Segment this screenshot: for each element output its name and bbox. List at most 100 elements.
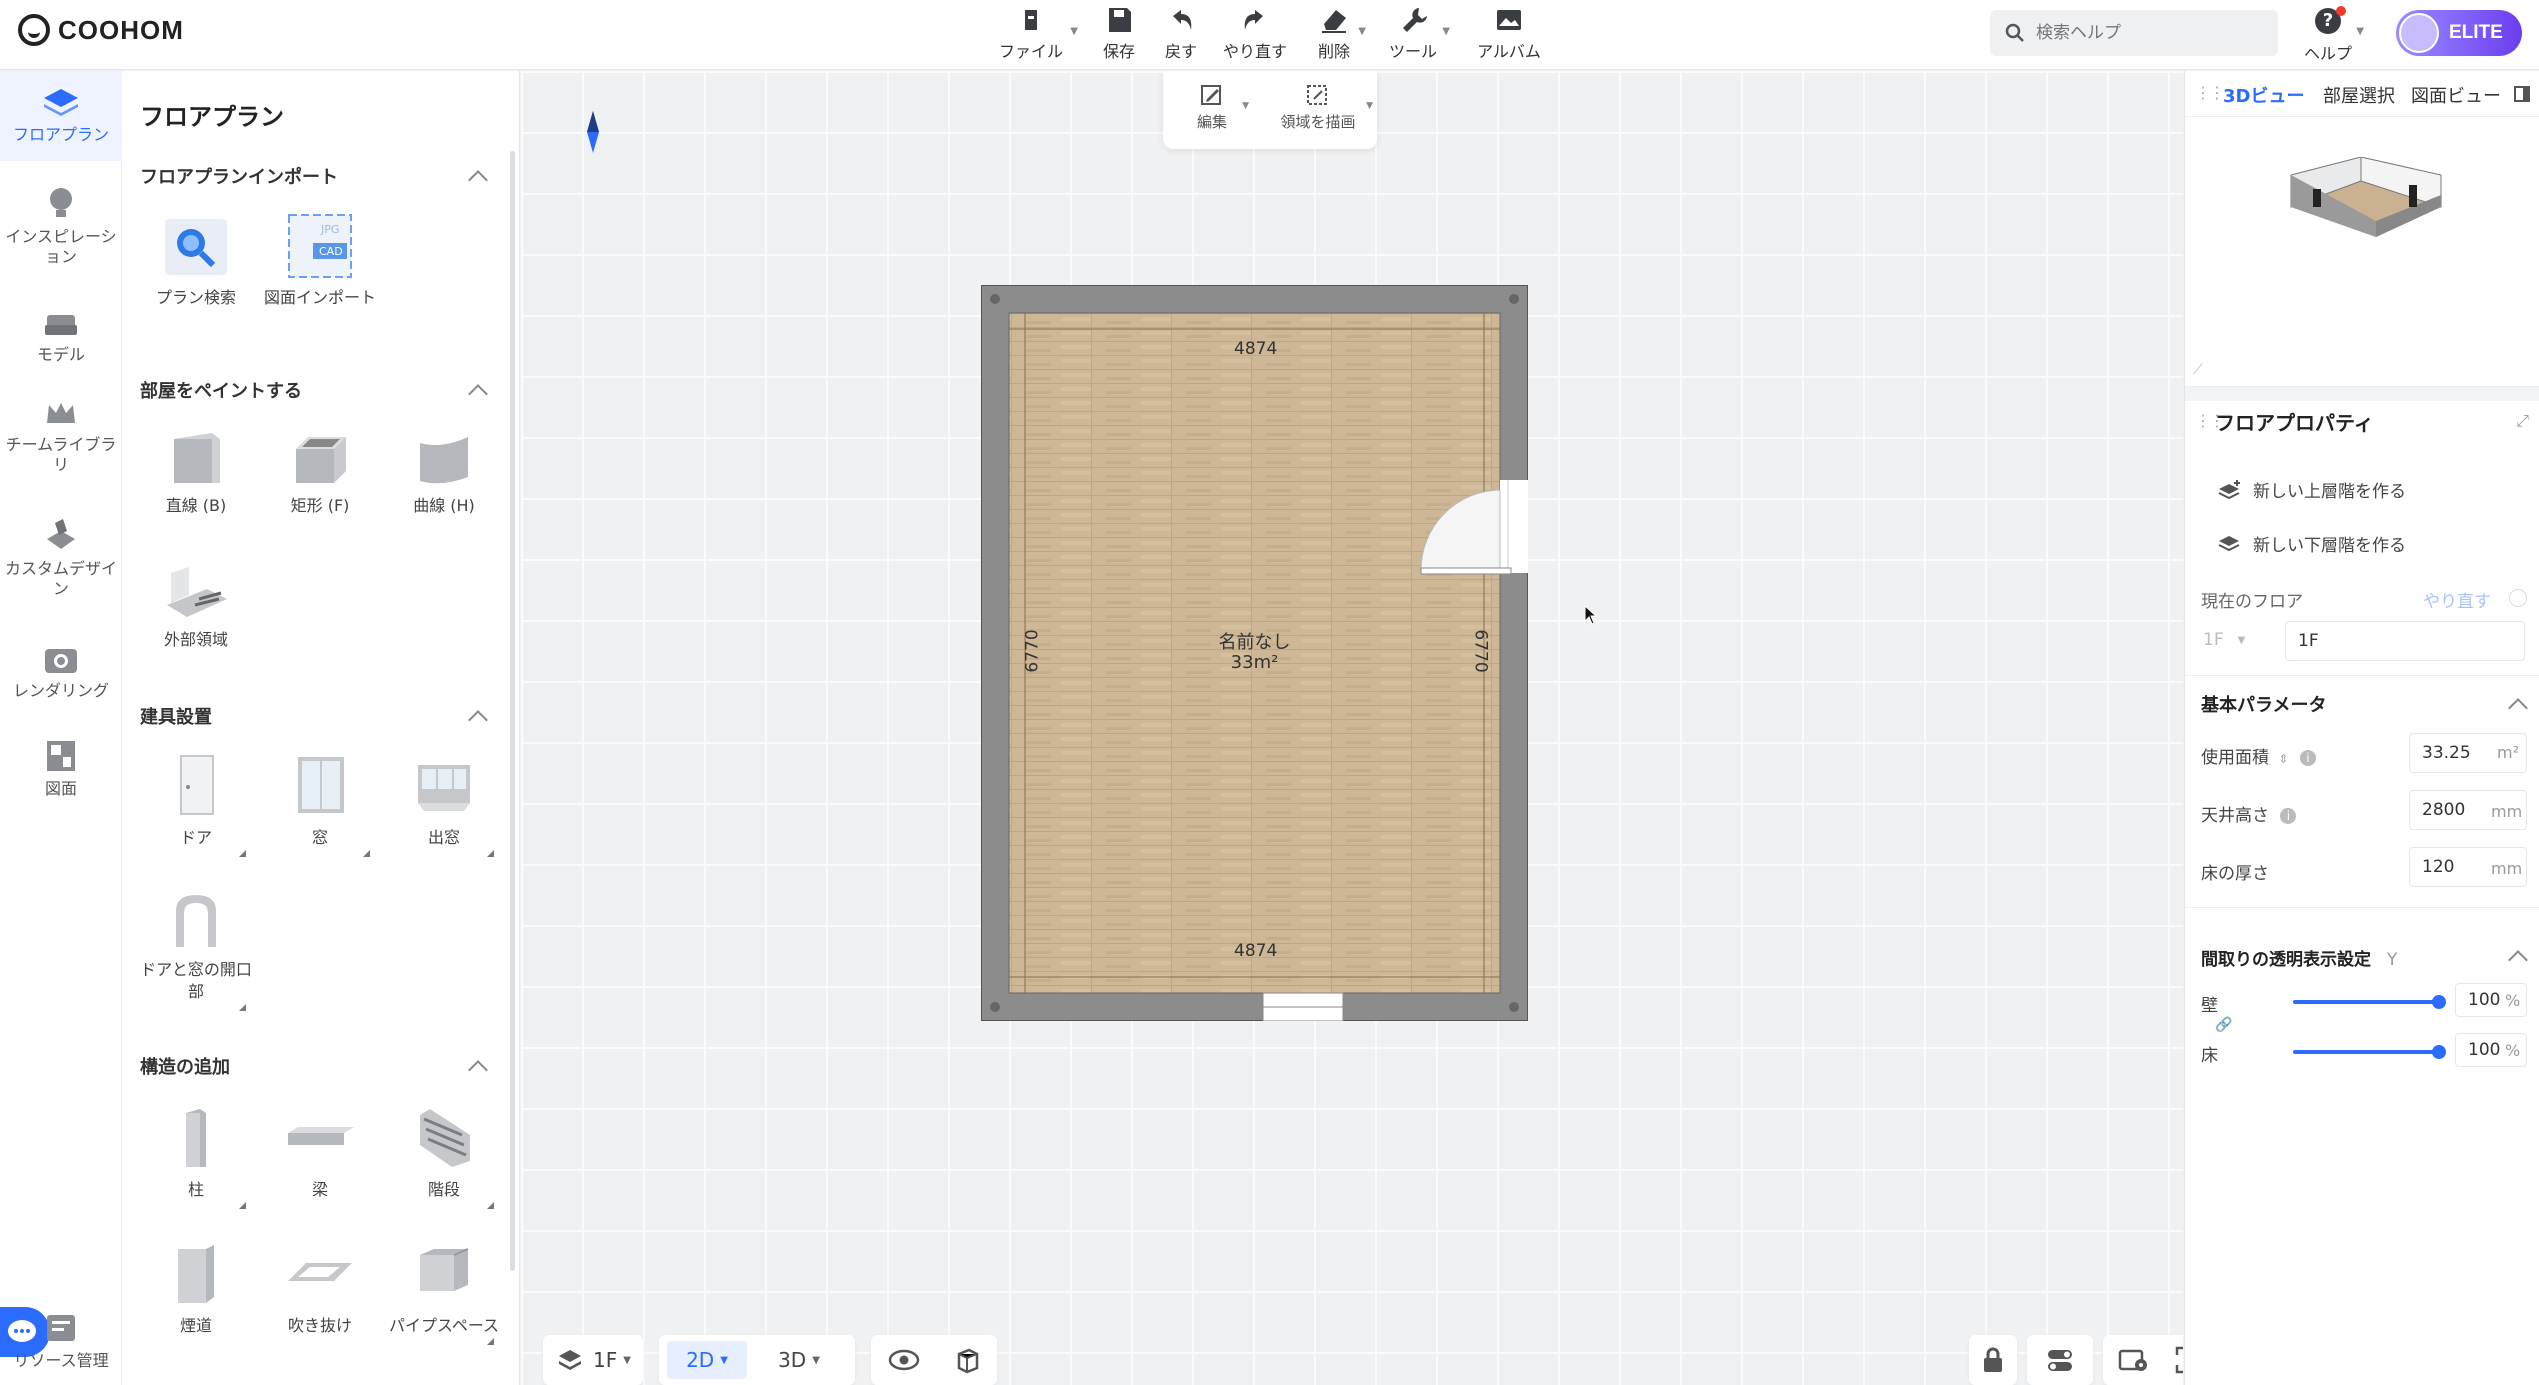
- redo-label: やり直す: [1222, 42, 1287, 61]
- beam-tool[interactable]: 梁: [260, 1105, 380, 1201]
- new-lower-floor-button[interactable]: 新しい下層階を作る: [2217, 531, 2406, 556]
- cube-view-icon[interactable]: [953, 1346, 981, 1374]
- section-title-paint: 部屋をペイントする: [140, 381, 302, 402]
- crown-icon: [47, 403, 75, 423]
- help-search-field[interactable]: [1990, 10, 2278, 56]
- save-button[interactable]: 保存: [1098, 4, 1140, 66]
- app-logo[interactable]: COOHOM: [18, 14, 184, 46]
- stairs-tool[interactable]: 階段: [384, 1105, 504, 1209]
- redo-button[interactable]: やり直す: [1222, 4, 1288, 66]
- tab-3d-view[interactable]: 3Dビュー: [2223, 82, 2304, 108]
- room-label[interactable]: 名前なし 33m²: [981, 633, 1528, 673]
- rail-label: チームライブラリ: [5, 435, 117, 474]
- tools-menu-button[interactable]: ツール ▼: [1388, 4, 1450, 66]
- rail-item-inspiration[interactable]: インスピレーション: [0, 183, 122, 267]
- design-canvas[interactable]: 編集 ▼ 領域を描画 ▼ 4874 4874 6770 6770 名前なし 33…: [521, 71, 2183, 1385]
- lock-button[interactable]: [1969, 1335, 2017, 1385]
- rail-item-custom-design[interactable]: カスタムデザイン: [0, 515, 122, 599]
- wall-transparency-slider[interactable]: [2293, 995, 2446, 1009]
- rail-item-rendering[interactable]: レンダリング: [0, 641, 122, 701]
- collapse-chevron-icon[interactable]: [468, 710, 488, 730]
- collapse-chevron-icon[interactable]: [2508, 698, 2528, 718]
- delete-button[interactable]: 削除 ▼: [1314, 4, 1366, 66]
- exterior-area-tool[interactable]: 外部領域: [136, 565, 256, 651]
- tab-room-select[interactable]: 部屋選択: [2323, 82, 2395, 108]
- room-floorplan[interactable]: 4874 4874 6770 6770 名前なし 33m²: [980, 284, 1530, 1022]
- drawing-import-tool[interactable]: JPG CAD 図面インポート: [260, 213, 380, 309]
- pipe-space-tool[interactable]: パイプスペース: [384, 1241, 504, 1345]
- atrium-tool[interactable]: 吹き抜け: [260, 1241, 380, 1337]
- search-input[interactable]: [2036, 23, 2256, 43]
- floor-select[interactable]: 1F ▼: [2203, 621, 2275, 659]
- logo-mark-icon: [18, 14, 50, 46]
- rail-label: インスピレーション: [5, 227, 117, 266]
- door-window-opening-tool[interactable]: ドアと窓の開口部: [136, 891, 256, 1011]
- usable-area-text: 使用面積: [2201, 748, 2269, 768]
- undo-button[interactable]: 戻す: [1160, 4, 1202, 66]
- collapse-chevron-icon[interactable]: [468, 170, 488, 190]
- info-icon[interactable]: i: [2299, 750, 2316, 766]
- new-lower-floor-label: 新しい下層階を作る: [2253, 536, 2406, 556]
- file-menu-button[interactable]: ファイル ▼: [996, 4, 1078, 66]
- slider-knob[interactable]: [2432, 1045, 2446, 1059]
- 3d-preview-thumbnail[interactable]: ⟋: [2185, 117, 2539, 387]
- account-badge[interactable]: ELITE: [2396, 10, 2522, 56]
- beam-icon: [288, 1127, 354, 1145]
- straight-wall-tool[interactable]: 直線 (B): [136, 427, 256, 517]
- camera-icon: [45, 649, 77, 673]
- collapse-chevron-icon[interactable]: [468, 384, 488, 404]
- floor-selector[interactable]: 1F ▼: [543, 1335, 643, 1385]
- column-tool[interactable]: 柱: [136, 1105, 256, 1209]
- slider-knob[interactable]: [2432, 995, 2446, 1009]
- collapse-chevron-icon[interactable]: [468, 1060, 488, 1080]
- tools-label: ツール: [1388, 42, 1437, 61]
- draw-area-button[interactable]: 領域を描画 ▼: [1263, 83, 1373, 132]
- room-3d-preview: [2290, 157, 2442, 237]
- new-upper-floor-button[interactable]: 新しい上層階を作る: [2217, 477, 2406, 502]
- expand-icon[interactable]: ⤢: [2516, 411, 2529, 431]
- basic-params-title: 基本パラメータ: [2201, 695, 2327, 716]
- edit-button[interactable]: 編集 ▼: [1167, 83, 1257, 132]
- sort-icon[interactable]: ⇕: [2278, 752, 2288, 766]
- rail-item-resource-management[interactable]: リソース管理: [0, 1311, 122, 1371]
- mode-3d-button[interactable]: 3D ▼: [759, 1341, 839, 1379]
- floor-name-input[interactable]: 1F: [2285, 621, 2525, 661]
- tool-label: 柱: [187, 1180, 204, 1199]
- settings-toggle-button[interactable]: [2027, 1335, 2093, 1385]
- mode-2d-button[interactable]: 2D ▼: [667, 1341, 747, 1379]
- plan-search-tool[interactable]: プラン検索: [136, 213, 256, 309]
- view-controls: 65 %: [2103, 1335, 2183, 1385]
- tool-label: 吹き抜け: [287, 1316, 352, 1335]
- eye-icon[interactable]: [888, 1347, 920, 1373]
- floor-transparency-slider[interactable]: [2293, 1045, 2446, 1059]
- drag-handle-icon[interactable]: ⋮⋮: [2195, 83, 2225, 102]
- help-button[interactable]: ? ヘルプ ▼: [2300, 6, 2364, 64]
- collapse-chevron-icon[interactable]: [2508, 950, 2528, 970]
- rail-item-team-library[interactable]: チームライブラリ: [0, 397, 122, 475]
- rail-item-drawing[interactable]: 図面: [0, 737, 122, 799]
- jpg-badge-text: JPG: [320, 223, 339, 236]
- window-tool[interactable]: 窓: [260, 751, 380, 857]
- resize-handle-icon[interactable]: ⟋: [2193, 362, 2203, 378]
- rectangle-wall-tool[interactable]: 矩形 (F): [260, 427, 380, 517]
- album-icon: [1497, 10, 1521, 30]
- album-button[interactable]: アルバム: [1474, 4, 1544, 66]
- camera-settings-icon[interactable]: [2117, 1345, 2151, 1375]
- info-icon[interactable]: i: [2280, 808, 2297, 824]
- link-icon[interactable]: 🔗: [2215, 1017, 2232, 1033]
- bay-window-tool[interactable]: 出窓: [384, 751, 504, 857]
- focus-frame-icon[interactable]: [2175, 1346, 2183, 1374]
- lightbulb-icon: [50, 188, 72, 217]
- rail-item-floorplan[interactable]: フロアプラン: [0, 71, 122, 161]
- collapse-panel-icon[interactable]: [2513, 85, 2531, 103]
- panel-scrollbar[interactable]: [510, 151, 515, 1271]
- rail-item-model[interactable]: モデル: [0, 307, 122, 365]
- curve-wall-tool[interactable]: 曲線 (H): [384, 427, 504, 517]
- wrench-icon: [1403, 8, 1427, 32]
- door-tool[interactable]: ドア: [136, 751, 256, 857]
- dimension-top: 4874: [1234, 339, 1278, 359]
- flue-tool[interactable]: 煙道: [136, 1241, 256, 1337]
- avatar[interactable]: [2399, 13, 2439, 53]
- tab-drawing-view[interactable]: 図面ビュー: [2411, 82, 2501, 108]
- current-floor-redo-link[interactable]: やり直す: [2423, 587, 2491, 612]
